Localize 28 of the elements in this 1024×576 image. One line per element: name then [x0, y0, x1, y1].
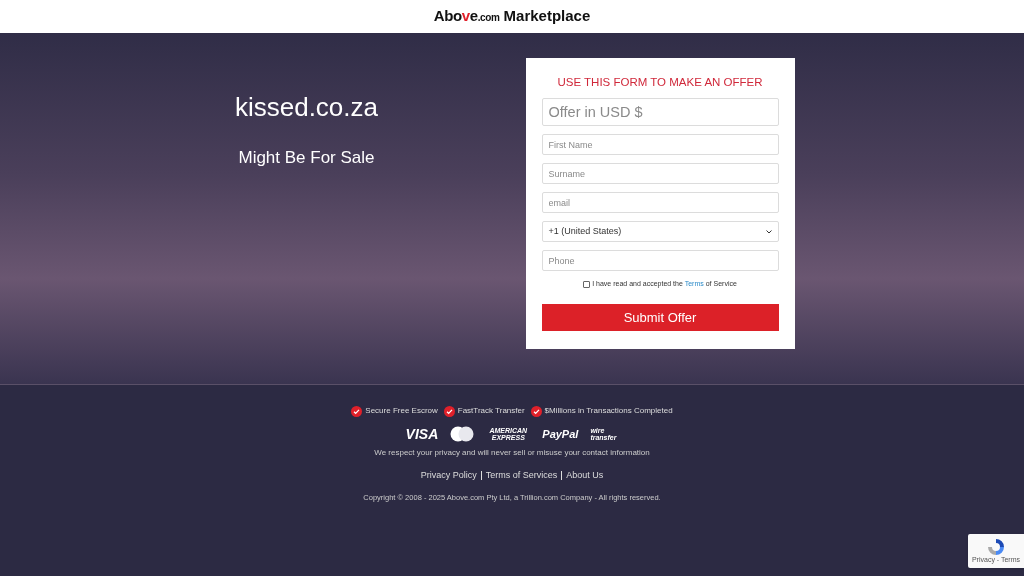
paypal-logo: PayPal	[542, 426, 579, 442]
terms-checkbox[interactable]	[583, 281, 591, 288]
check-icon	[530, 405, 542, 417]
recaptcha-icon	[987, 538, 1005, 556]
offer-field[interactable]: Offer in USD $	[541, 98, 779, 127]
feature-label: $Millions in Transactions Completed	[544, 405, 673, 417]
chevron-down-icon	[765, 229, 772, 234]
submit-button[interactable]: Submit Offer	[541, 303, 779, 331]
country-select[interactable]: +1 (United States)	[541, 221, 779, 243]
check-icon	[443, 405, 455, 417]
feature-label: FastTrack Transfer	[457, 405, 525, 417]
sale-subtitle: Might Be For Sale	[238, 147, 375, 169]
domain-name: kissed.co.za	[234, 91, 379, 124]
brand-logo: Above.com	[433, 6, 500, 27]
site-title: Marketplace	[503, 6, 591, 27]
card-logo-icon	[450, 426, 475, 442]
privacy-note: We respect your privacy and will never sell or misuse your contact information	[374, 447, 650, 459]
form-heading: USE THIS FORM TO MAKE AN OFFER	[556, 75, 764, 90]
text-field[interactable]: email	[541, 192, 779, 214]
text-field[interactable]: First Name	[541, 134, 779, 156]
text-field[interactable]: Surname	[541, 163, 779, 185]
check-icon	[351, 405, 363, 417]
visa-logo: VISA	[405, 424, 439, 444]
feature-label: Secure Free Escrow	[365, 405, 438, 417]
phone-field[interactable]: Phone	[541, 250, 779, 272]
footer-link[interactable]: Privacy Policy	[420, 469, 477, 483]
footer-link[interactable]: Terms of Services	[485, 469, 558, 483]
footer-link[interactable]: About Us	[566, 469, 604, 483]
